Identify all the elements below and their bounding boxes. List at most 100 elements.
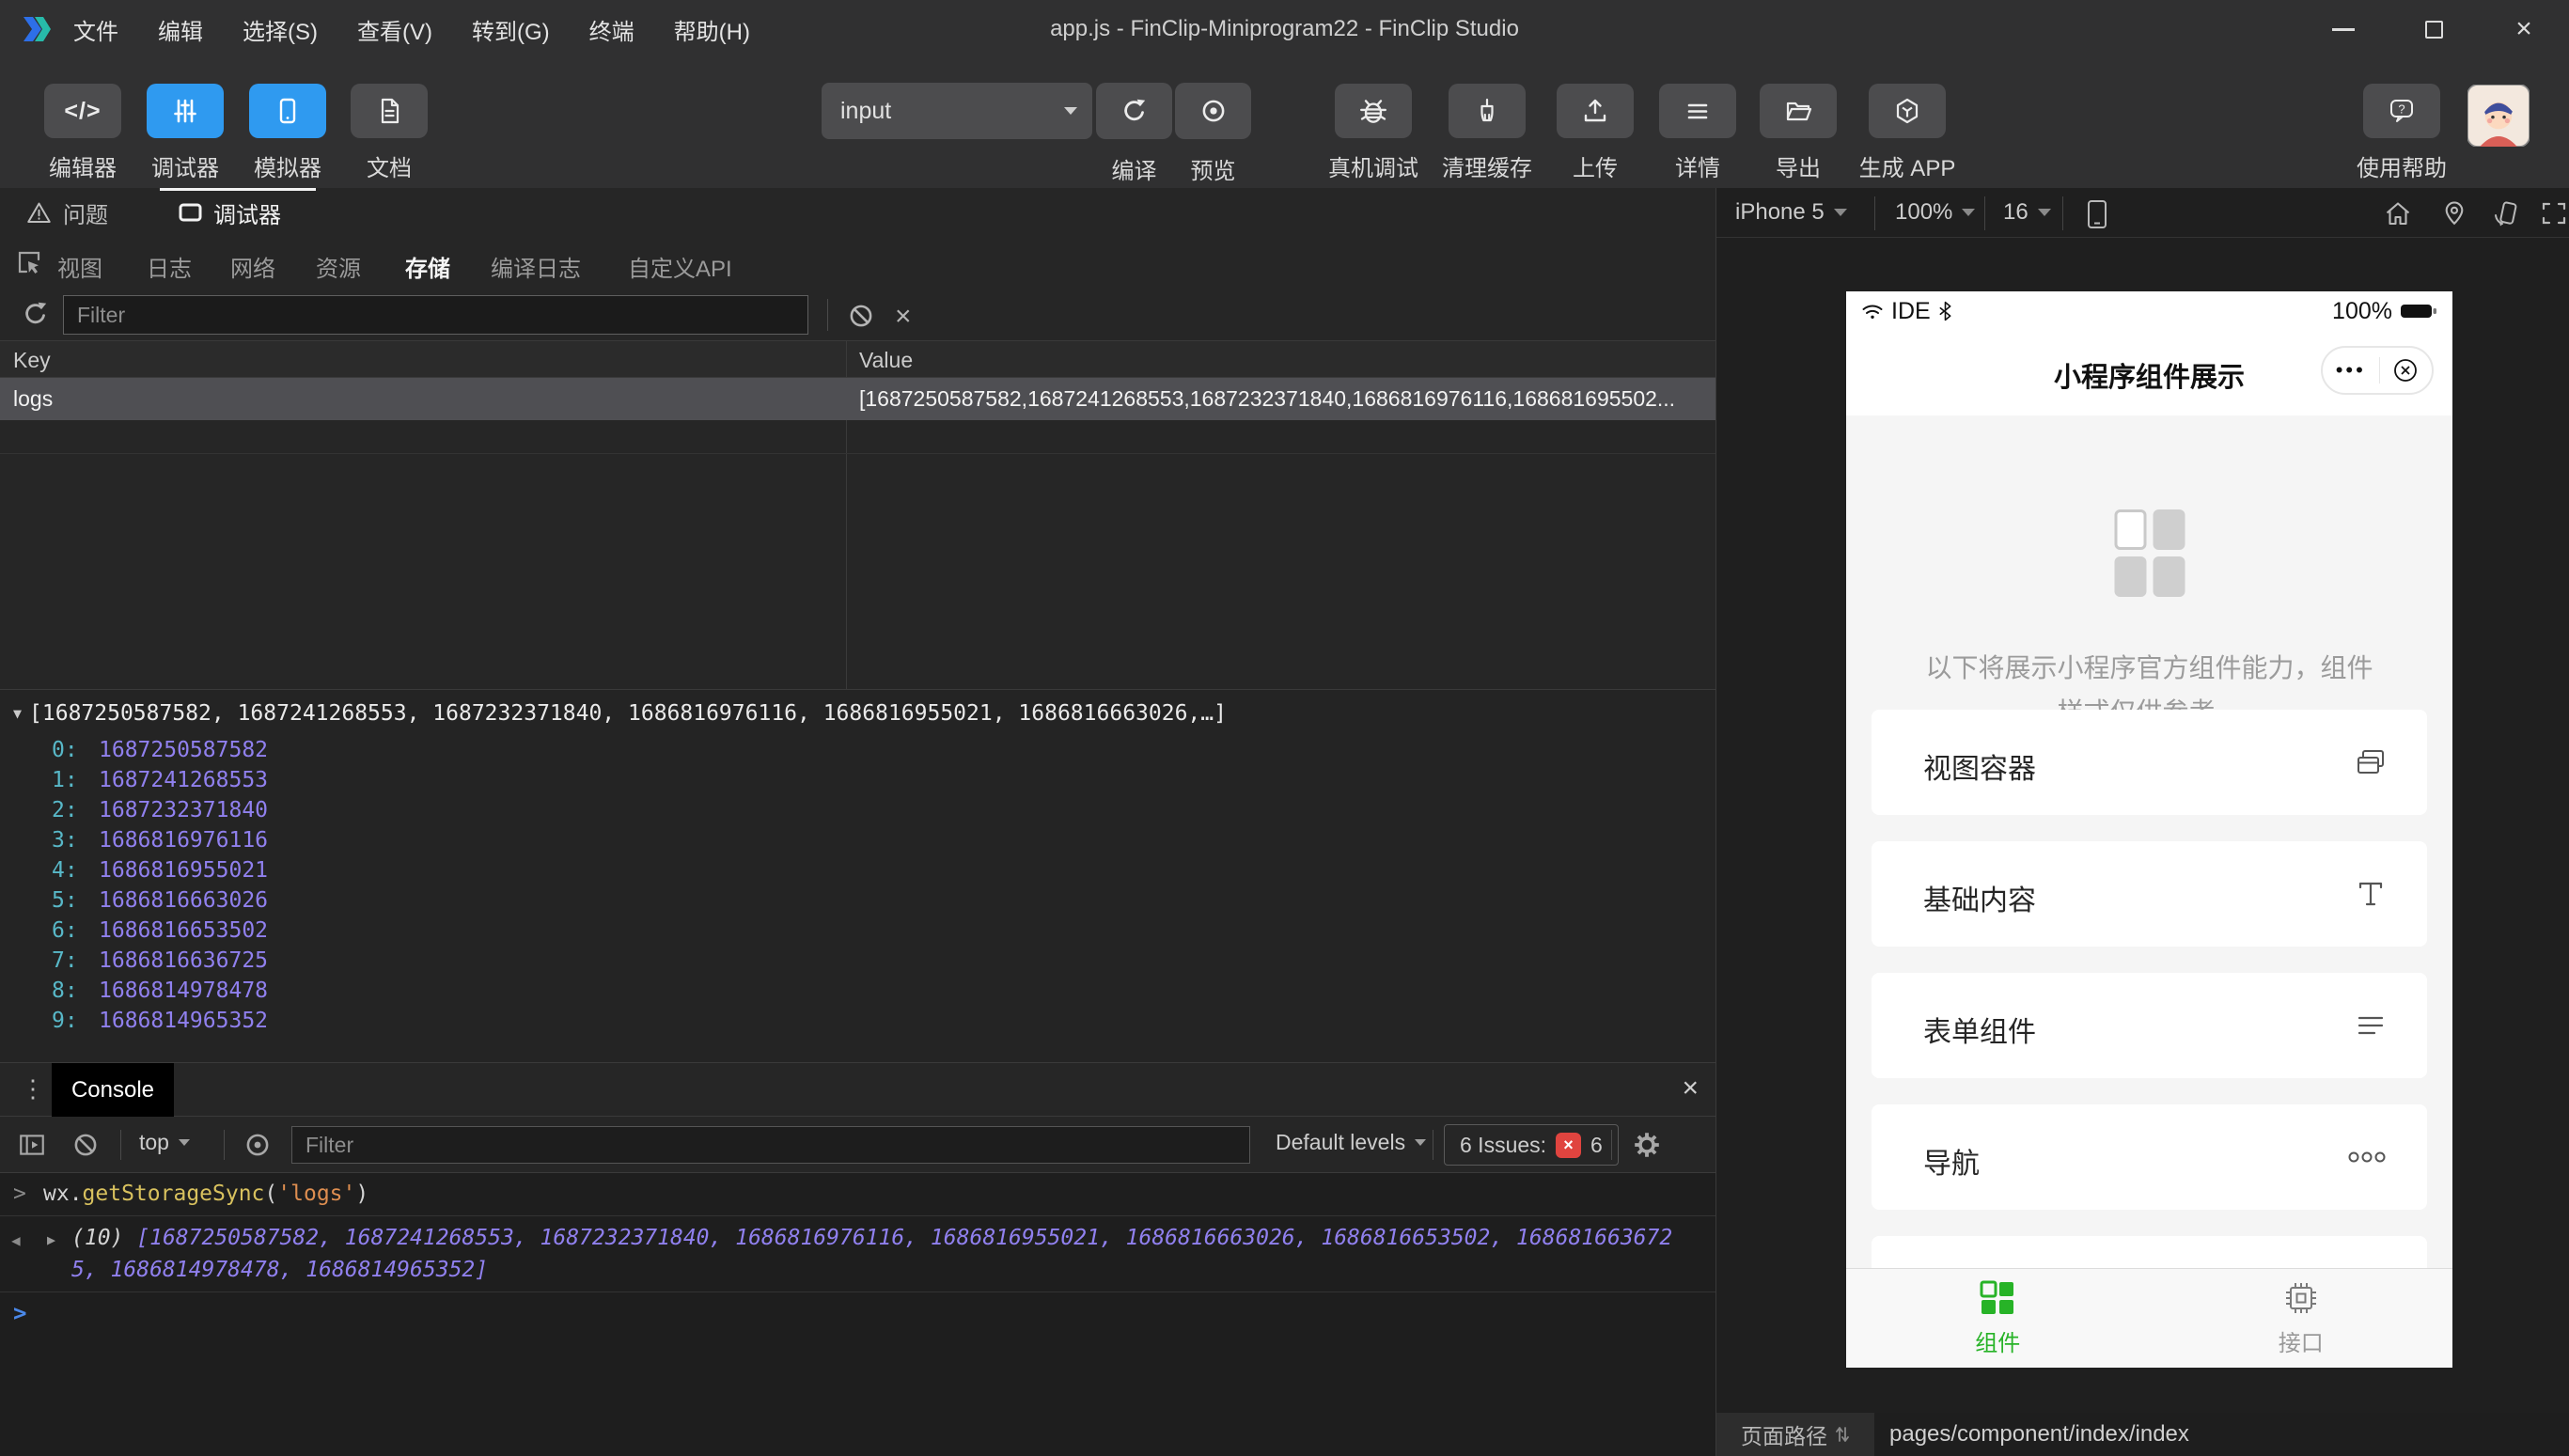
table-row-logs[interactable]: logs [1687250587582,1687241268553,168723… <box>0 378 1715 420</box>
folder-icon <box>1760 84 1837 138</box>
console-close-icon[interactable]: × <box>1682 1072 1699 1104</box>
issues-label: 6 Issues: <box>1460 1132 1547 1157</box>
item-index: 0: <box>52 738 78 762</box>
details-button[interactable]: 详情 <box>1641 84 1754 182</box>
finclip-studio-window: 文件 编辑 选择(S) 查看(V) 转到(G) 终端 帮助(H) app.js … <box>0 0 2569 1456</box>
console-input-line[interactable]: > wx.getStorageSync('logs') <box>0 1173 1715 1216</box>
refresh-icon[interactable] <box>21 299 51 329</box>
array-item: 0: 1687250587582 <box>0 735 268 765</box>
menu-file[interactable]: 文件 <box>73 13 118 46</box>
subtab-view[interactable]: 视图 <box>57 250 102 283</box>
console-filter-input[interactable] <box>291 1126 1250 1164</box>
card-basic-content[interactable]: 基础内容 <box>1872 841 2427 947</box>
kebab-menu-icon[interactable]: ⋮ <box>21 1074 45 1104</box>
phone-status-bar: IDE 100% <box>1846 291 2452 331</box>
item-value: 1686816636725 <box>99 948 269 973</box>
docs-mode-button[interactable]: 文档 <box>337 84 441 182</box>
subtab-storage[interactable]: 存储 <box>405 250 450 283</box>
compile-target-select[interactable]: input <box>822 83 1092 139</box>
console-result-line[interactable]: ◀ ▶ (10) [1687250587582, 1687241268553, … <box>0 1222 1715 1292</box>
log-levels-select[interactable]: Default levels <box>1276 1130 1427 1155</box>
menu-terminal[interactable]: 终端 <box>589 13 634 46</box>
clear-console-icon[interactable] <box>70 1130 101 1160</box>
export-button[interactable]: 导出 <box>1742 84 1855 182</box>
tab-api[interactable]: 接口 <box>2150 1269 2453 1368</box>
menu-selection[interactable]: 选择(S) <box>243 13 318 46</box>
compile-button[interactable] <box>1096 83 1172 139</box>
clear-cache-button[interactable]: 清理缓存 <box>1431 84 1543 182</box>
editor-mode-label: 编辑器 <box>49 156 117 181</box>
item-index: 4: <box>52 858 78 883</box>
context-selector[interactable]: top <box>139 1130 190 1155</box>
rotate-device-icon[interactable] <box>2492 199 2520 227</box>
inspect-element-icon[interactable] <box>15 248 43 276</box>
tab-debugger[interactable]: 调试器 <box>179 188 281 237</box>
placeholder-grid-icon <box>2114 509 2185 597</box>
expand-triangle-icon[interactable]: ▶ <box>47 1231 55 1248</box>
divider <box>224 1130 225 1160</box>
minimize-button[interactable] <box>2298 0 2389 58</box>
prompt-icon: > <box>13 1182 26 1206</box>
home-icon[interactable] <box>2384 199 2412 227</box>
intro-line-1: 以下将展示小程序官方组件能力，组件 <box>1925 653 2373 682</box>
tab-components[interactable]: 组件 <box>1846 1269 2150 1368</box>
zoom-select[interactable]: 100% <box>1895 199 1976 226</box>
upload-button[interactable]: 上传 <box>1539 84 1652 182</box>
settings-gear-icon[interactable] <box>1632 1130 1662 1160</box>
array-item: 1: 1687241268553 <box>0 765 268 795</box>
help-button[interactable]: ? 使用帮助 <box>2345 84 2458 182</box>
tab-problems[interactable]: 问题 <box>26 188 108 237</box>
swap-arrows-icon[interactable] <box>1835 1424 1850 1445</box>
device-frame-icon[interactable] <box>2085 199 2109 229</box>
storage-filter-input[interactable] <box>63 295 808 335</box>
subtab-log[interactable]: 日志 <box>147 250 192 283</box>
subtab-custom-api[interactable]: 自定义API <box>628 250 732 283</box>
clear-all-icon[interactable] <box>846 301 876 331</box>
menu-view[interactable]: 查看(V) <box>357 13 432 46</box>
collapse-triangle-icon[interactable]: ▼ <box>13 705 22 722</box>
menu-help[interactable]: 帮助(H) <box>674 13 750 46</box>
tab-console[interactable]: Console <box>52 1063 174 1117</box>
menu-edit[interactable]: 编辑 <box>158 13 203 46</box>
device-select[interactable]: iPhone 5 <box>1735 199 1847 226</box>
maximize-button[interactable] <box>2389 0 2479 58</box>
live-expression-icon[interactable] <box>243 1130 273 1160</box>
result-array <box>123 1226 136 1250</box>
logs-key-cell: logs <box>13 386 54 411</box>
battery-icon <box>2400 302 2437 321</box>
scan-fullscreen-icon[interactable] <box>2540 199 2568 227</box>
debugger-mode-button[interactable]: 调试器 <box>133 84 237 182</box>
item-index: 8: <box>52 978 78 1003</box>
more-menu-icon[interactable]: ••• <box>2336 358 2366 383</box>
font-size-select[interactable]: 16 <box>2003 199 2051 226</box>
svg-text:?: ? <box>2398 102 2405 117</box>
generate-app-button[interactable]: 生成 APP <box>1851 84 1964 182</box>
preview-button[interactable] <box>1175 83 1251 139</box>
card-view-container[interactable]: 视图容器 <box>1872 710 2427 815</box>
item-index: 9: <box>52 1009 78 1033</box>
page-path-input[interactable]: pages/component/index/index <box>1874 1413 2569 1456</box>
remote-debug-button[interactable]: 真机调试 <box>1317 84 1430 182</box>
card-navigation[interactable]: 导航 <box>1872 1104 2427 1210</box>
issues-counter[interactable]: 6 Issues: × 6 <box>1444 1124 1619 1166</box>
subtab-resources[interactable]: 资源 <box>316 250 361 283</box>
location-pin-icon[interactable] <box>2440 199 2468 227</box>
editor-mode-button[interactable]: </> 编辑器 <box>31 84 134 182</box>
page-path-label-area: 页面路径 <box>1716 1413 1874 1456</box>
close-circle-icon[interactable] <box>2392 357 2419 384</box>
avatar[interactable] <box>2467 85 2530 147</box>
console-prompt-line[interactable]: > <box>0 1292 1715 1336</box>
array-summary-row[interactable]: ▼ [1687250587582, 1687241268553, 1687232… <box>13 701 1227 726</box>
simulator-mode-button[interactable]: 模拟器 <box>236 84 339 182</box>
chevron-down-icon <box>1833 209 1847 216</box>
console-sidebar-icon[interactable] <box>17 1130 47 1160</box>
chevron-down-icon <box>2037 209 2051 216</box>
subtab-compile-log[interactable]: 编译日志 <box>491 250 581 283</box>
delete-selected-icon[interactable]: × <box>895 301 912 333</box>
menu-goto[interactable]: 转到(G) <box>472 13 550 46</box>
array-item: 3: 1686816976116 <box>0 825 268 855</box>
code-icon: </> <box>44 84 121 138</box>
close-button[interactable]: × <box>2479 0 2569 58</box>
subtab-network[interactable]: 网络 <box>230 250 275 283</box>
card-form-components[interactable]: 表单组件 <box>1872 973 2427 1078</box>
